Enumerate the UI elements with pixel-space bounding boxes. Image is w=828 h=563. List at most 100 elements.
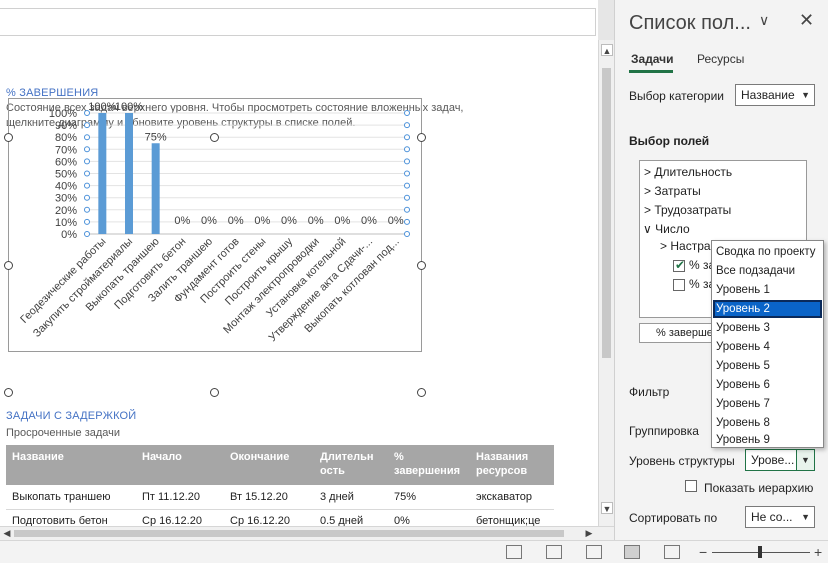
cell-finish: Вт 15.12.20 bbox=[224, 485, 314, 510]
gantt-view-icon[interactable] bbox=[546, 545, 562, 559]
close-icon[interactable]: ✕ bbox=[799, 10, 814, 31]
scroll-up-icon[interactable]: ▲ bbox=[601, 44, 613, 56]
plot-area-handle bbox=[404, 194, 410, 201]
show-hierarchy-checkbox[interactable] bbox=[685, 480, 697, 492]
bar-data-label: 100% bbox=[115, 101, 143, 113]
horizontal-scrollbar[interactable]: ◀ ▶ bbox=[0, 526, 614, 540]
active-tab-indicator bbox=[629, 70, 673, 73]
chart-handle-tl[interactable] bbox=[4, 133, 13, 142]
dropdown-item-level-8[interactable]: Уровень 8 bbox=[713, 414, 822, 432]
chevron-right-icon: > bbox=[644, 184, 652, 198]
tree-item-costs[interactable]: > Затраты bbox=[644, 184, 701, 198]
dropdown-arrow-icon: ▼ bbox=[801, 512, 810, 522]
chart-handle-tr[interactable] bbox=[417, 133, 426, 142]
bar-data-label: 0% bbox=[308, 215, 324, 227]
checkbox-percent-work[interactable] bbox=[673, 279, 685, 291]
chart-handle-bl[interactable] bbox=[4, 388, 13, 397]
checkbox-percent-complete[interactable]: ✔ bbox=[673, 258, 686, 272]
dropdown-item-level-6[interactable]: Уровень 6 bbox=[713, 376, 822, 394]
tab-resources[interactable]: Ресурсы bbox=[697, 52, 744, 66]
dropdown-item-level-1[interactable]: Уровень 1 bbox=[713, 281, 822, 299]
tree-item-custom[interactable]: > Настра bbox=[660, 239, 711, 253]
zoom-out-button[interactable]: − bbox=[699, 543, 707, 561]
chart-handle-tc[interactable] bbox=[210, 133, 219, 142]
tree-item-duration[interactable]: > Длительность bbox=[644, 165, 732, 179]
task-usage-view-icon[interactable] bbox=[506, 545, 522, 559]
y-tick-label: 10% bbox=[55, 217, 77, 229]
chart-bar bbox=[125, 113, 133, 234]
outline-level-label: Уровень структуры bbox=[629, 454, 735, 468]
report-view-icon[interactable] bbox=[624, 545, 640, 559]
col-header-percent[interactable]: % завершения bbox=[388, 445, 470, 485]
sort-select[interactable]: Не со... ▼ bbox=[745, 506, 815, 528]
plot-area-handle bbox=[84, 218, 90, 225]
chevron-right-icon: > bbox=[660, 239, 668, 253]
plot-area-handle bbox=[404, 218, 410, 225]
dropdown-item-level-5[interactable]: Уровень 5 bbox=[713, 357, 822, 375]
dropdown-arrow-icon[interactable]: ▼ bbox=[796, 450, 814, 470]
resource-view-icon[interactable] bbox=[664, 545, 680, 559]
bar-data-label: 0% bbox=[334, 215, 350, 227]
scroll-left-icon[interactable]: ◀ bbox=[0, 527, 14, 540]
vertical-scrollbar[interactable]: ▲ ▼ bbox=[598, 40, 614, 526]
sort-select-value: Не со... bbox=[751, 510, 793, 524]
panel-title: Список пол... bbox=[629, 12, 751, 34]
plot-area-handle bbox=[84, 122, 90, 129]
dropdown-arrow-icon: ▼ bbox=[801, 90, 810, 100]
chevron-down-icon[interactable]: ∨ bbox=[759, 12, 769, 29]
table-row[interactable]: Выкопать траншею Пт 11.12.20 Вт 15.12.20… bbox=[6, 485, 554, 510]
bar-data-label: 0% bbox=[281, 215, 297, 227]
dropdown-item-level-9[interactable]: Уровень 9 bbox=[713, 431, 822, 449]
tab-tasks[interactable]: Задачи bbox=[631, 52, 674, 66]
team-planner-view-icon[interactable] bbox=[586, 545, 602, 559]
chart-handle-mr[interactable] bbox=[417, 261, 426, 270]
plot-area-handle bbox=[84, 158, 90, 165]
plot-area-handle bbox=[84, 194, 90, 201]
outline-level-value: Урове... bbox=[751, 453, 795, 467]
cell-finish: Ср 16.12.20 bbox=[224, 509, 314, 526]
dropdown-item-project-summary[interactable]: Сводка по проекту bbox=[713, 243, 822, 261]
y-tick-label: 60% bbox=[55, 156, 77, 168]
col-header-name[interactable]: Название bbox=[6, 445, 136, 485]
chart-handle-br[interactable] bbox=[417, 388, 426, 397]
plot-area-handle bbox=[84, 206, 90, 213]
chart-handle-bc[interactable] bbox=[210, 388, 219, 397]
col-header-resources[interactable]: Названия ресурсов bbox=[470, 445, 554, 485]
scroll-down-icon[interactable]: ▼ bbox=[601, 502, 613, 514]
outline-level-select[interactable]: Урове... ▼ bbox=[745, 449, 815, 471]
zoom-in-button[interactable]: + bbox=[814, 543, 822, 561]
plot-area-handle bbox=[404, 231, 410, 237]
category-select[interactable]: Название ▼ bbox=[735, 84, 815, 106]
scroll-right-icon[interactable]: ▶ bbox=[582, 527, 596, 540]
plot-area-handle bbox=[84, 182, 90, 189]
plot-area-handle bbox=[404, 110, 410, 116]
formula-bar[interactable] bbox=[0, 8, 596, 36]
dropdown-item-level-4[interactable]: Уровень 4 bbox=[713, 338, 822, 356]
y-tick-label: 80% bbox=[55, 132, 77, 144]
tree-item-work[interactable]: > Трудозатраты bbox=[644, 203, 731, 217]
check-icon: ✔ bbox=[675, 258, 686, 272]
chevron-down-icon: ∨ bbox=[643, 222, 652, 236]
sort-label: Сортировать по bbox=[629, 511, 718, 525]
y-tick-label: 30% bbox=[55, 193, 77, 205]
y-tick-label: 100% bbox=[49, 108, 77, 120]
dropdown-item-level-3[interactable]: Уровень 3 bbox=[713, 319, 822, 337]
dropdown-item-all-subtasks[interactable]: Все подзадачи bbox=[713, 262, 822, 280]
status-bar: − + bbox=[0, 540, 828, 563]
col-header-duration[interactable]: Длительн ость bbox=[314, 445, 388, 485]
table-row[interactable]: Подготовить бетон Ср 16.12.20 Ср 16.12.2… bbox=[6, 509, 554, 526]
chart-bar bbox=[151, 143, 160, 234]
tree-item-number[interactable]: ∨ Число bbox=[643, 222, 690, 236]
plot-area-handle bbox=[404, 122, 410, 129]
zoom-slider-thumb[interactable] bbox=[758, 546, 762, 558]
dropdown-item-level-2[interactable]: Уровень 2 bbox=[713, 300, 822, 318]
bar-data-label: 0% bbox=[388, 215, 404, 227]
horizontal-scroll-thumb[interactable] bbox=[14, 530, 564, 537]
chart-handle-ml[interactable] bbox=[4, 261, 13, 270]
col-header-start[interactable]: Начало bbox=[136, 445, 224, 485]
dropdown-item-level-7[interactable]: Уровень 7 bbox=[713, 395, 822, 413]
bar-data-label: 0% bbox=[228, 215, 244, 227]
vertical-scroll-thumb[interactable] bbox=[602, 68, 611, 358]
cell-duration: 0.5 дней bbox=[314, 509, 388, 526]
col-header-finish[interactable]: Окончание bbox=[224, 445, 314, 485]
